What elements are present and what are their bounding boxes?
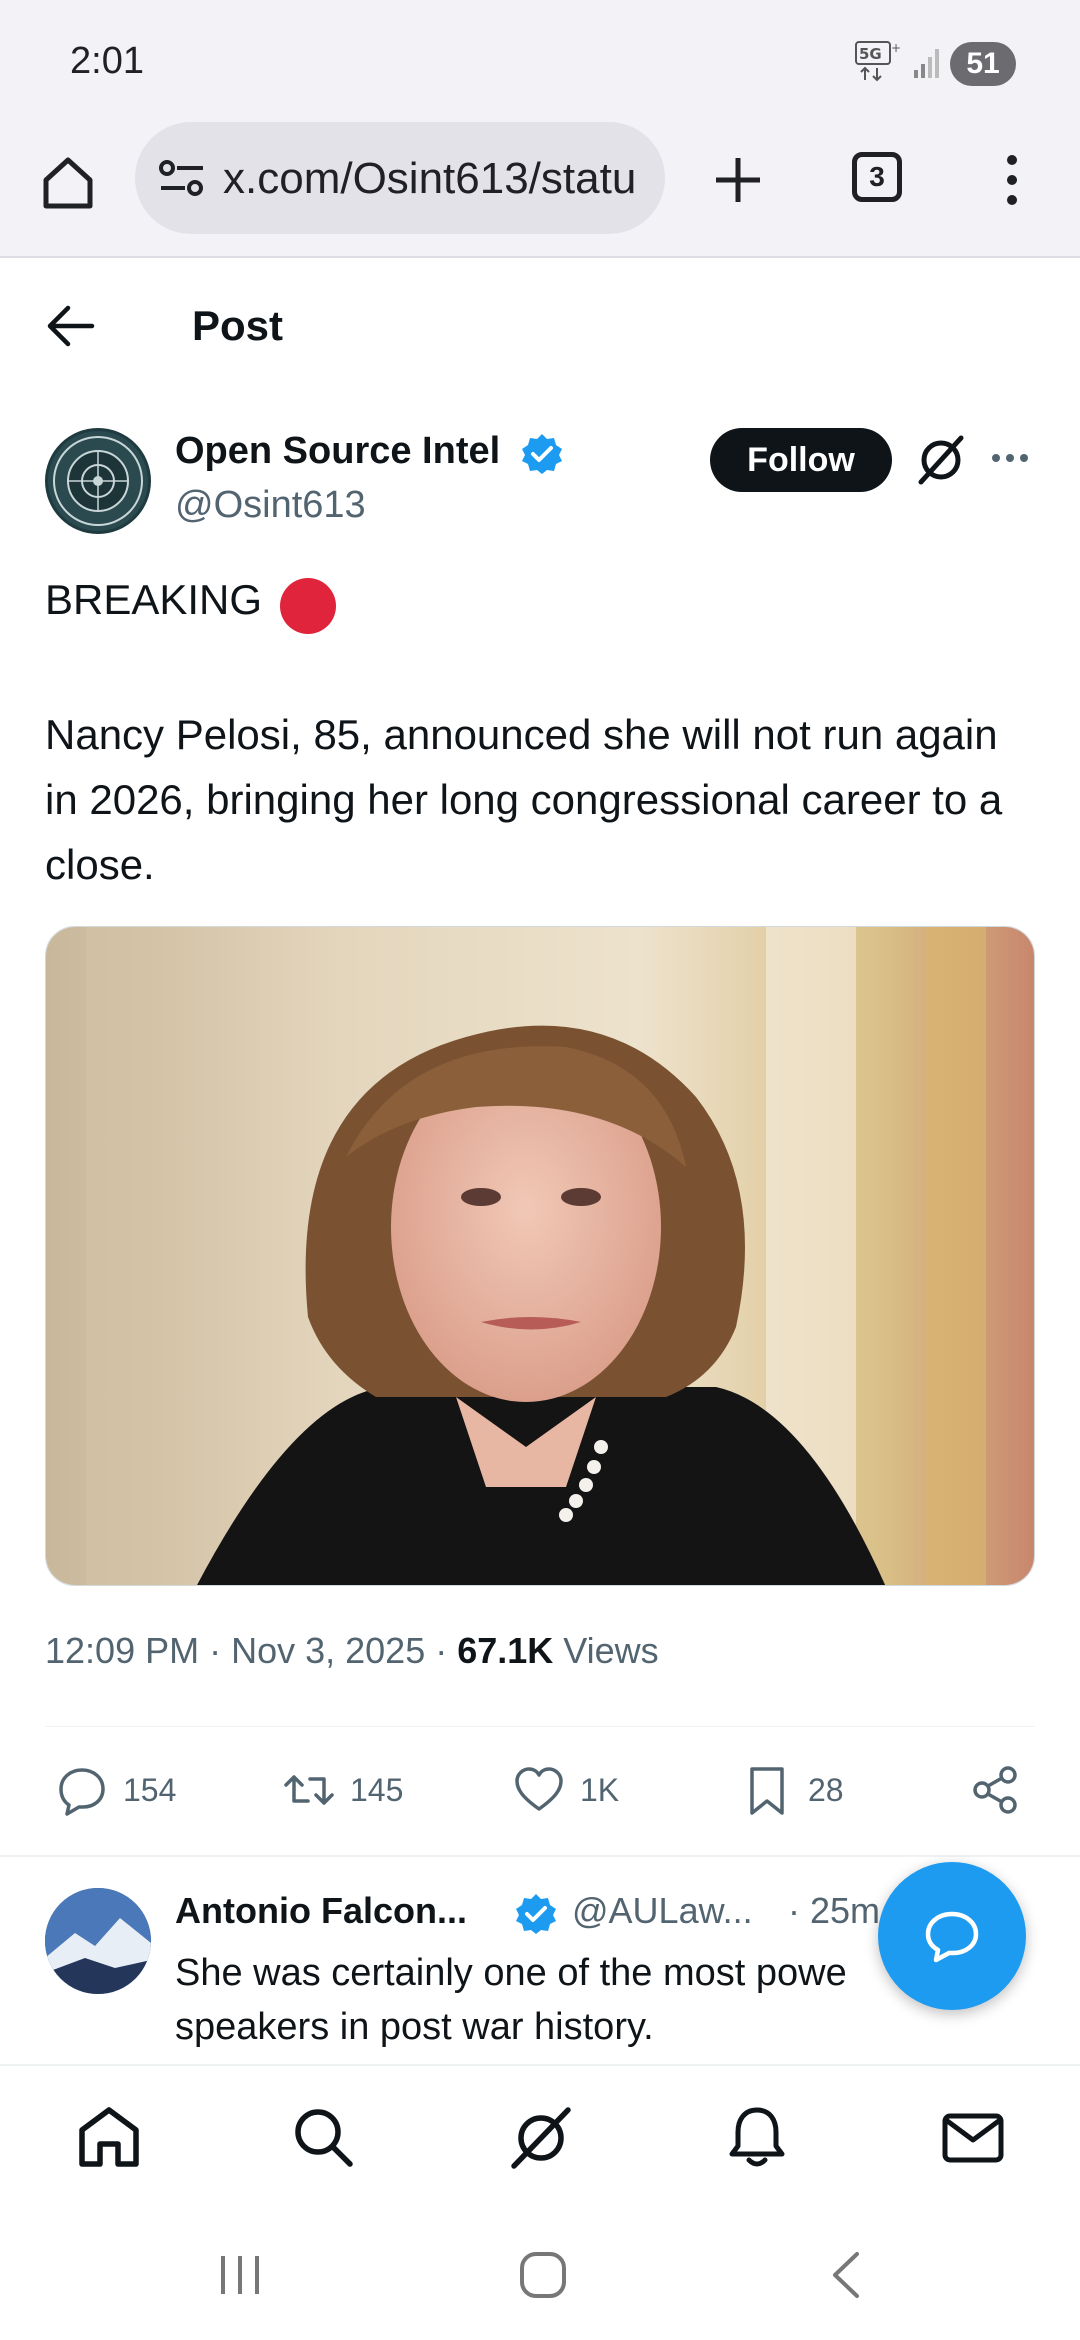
post-text: Nancy Pelosi, 85, announced she will not… — [45, 711, 1003, 888]
reply-author-name[interactable]: Antonio Falcon... — [175, 1890, 467, 1932]
divider — [0, 1855, 1080, 1857]
search-icon[interactable] — [290, 2104, 356, 2170]
portrait-illustration — [46, 927, 1034, 1585]
url-text[interactable]: x.com/Osint613/statu — [223, 154, 653, 204]
grok-icon[interactable] — [508, 2104, 574, 2170]
site-settings-icon[interactable] — [157, 156, 207, 200]
svg-text:5G: 5G — [859, 45, 882, 63]
bookmark-icon — [750, 1767, 784, 1815]
verified-badge-icon — [522, 434, 562, 474]
signal-icon — [914, 49, 939, 78]
repost-count: 145 — [350, 1771, 404, 1808]
heart-icon — [515, 1767, 563, 1811]
reply-count: 154 — [123, 1771, 177, 1808]
more-options-icon[interactable] — [990, 448, 1030, 468]
address-bar[interactable]: x.com/Osint613/statu — [135, 122, 665, 234]
new-tab-icon[interactable] — [708, 150, 768, 210]
reply-time: · 25m — [788, 1890, 881, 1931]
bottom-navigation — [0, 2064, 1080, 2210]
status-time: 2:01 — [70, 40, 144, 82]
notifications-icon[interactable] — [724, 2104, 790, 2170]
grok-icon[interactable] — [915, 432, 967, 488]
avatar-emblem — [48, 431, 148, 531]
views-label: Views — [553, 1630, 659, 1671]
post-image[interactable] — [45, 926, 1035, 1586]
messages-icon[interactable] — [940, 2104, 1006, 2170]
verified-badge-icon — [516, 1894, 556, 1934]
repost-icon — [284, 1775, 334, 1805]
network-5g-icon: 5G + — [855, 41, 901, 82]
recent-apps-icon[interactable] — [215, 2250, 265, 2300]
tab-switcher-button[interactable]: 3 — [852, 152, 902, 202]
views-count: 67.1K — [457, 1630, 554, 1671]
divider — [45, 1726, 1035, 1727]
system-navigation-bar — [0, 2210, 1080, 2340]
post-time[interactable]: 12:09 PM · Nov 3, 2025 · — [45, 1630, 457, 1671]
svg-text:+: + — [891, 41, 901, 55]
mountain-photo — [45, 1888, 151, 1994]
like-button[interactable]: 1K — [512, 1762, 619, 1818]
reply-icon — [59, 1768, 105, 1816]
breaking-label: BREAKING — [45, 576, 263, 623]
author-avatar[interactable] — [45, 428, 151, 534]
page-title: Post — [192, 302, 284, 349]
back-system-icon[interactable] — [825, 2250, 865, 2300]
bookmark-button[interactable]: 28 — [740, 1762, 844, 1818]
compose-reply-button[interactable] — [878, 1862, 1026, 2010]
browser-toolbar: x.com/Osint613/statu 3 — [0, 120, 1080, 258]
back-arrow-icon[interactable] — [44, 304, 96, 348]
author-name[interactable]: Open Source Intel — [175, 430, 500, 473]
repost-button[interactable]: 145 — [282, 1762, 403, 1818]
home-icon[interactable] — [76, 2104, 142, 2170]
chat-bubble-icon — [925, 1911, 979, 1963]
browser-home-icon[interactable] — [38, 152, 98, 212]
reply-avatar[interactable] — [45, 1888, 151, 1994]
author-handle[interactable]: @Osint613 — [175, 484, 366, 527]
browser-menu-icon[interactable] — [990, 150, 1034, 210]
home-system-icon[interactable] — [518, 2250, 568, 2300]
share-icon — [973, 1766, 1017, 1814]
like-count: 1K — [580, 1771, 620, 1808]
reply-author-handle[interactable]: @AULaw... — [572, 1890, 753, 1932]
follow-button[interactable]: Follow — [710, 428, 892, 492]
post-header: Post — [0, 260, 1080, 390]
post-timestamp: 12:09 PM · Nov 3, 2025 · 67.1K Views — [45, 1630, 659, 1672]
status-bar: 2:01 5G + 51 — [0, 0, 1080, 120]
red-circle-emoji — [280, 578, 336, 634]
reply-text: She was certainly one of the most powe s… — [175, 1952, 847, 2048]
reply-button[interactable]: 154 — [55, 1762, 176, 1818]
battery-indicator: 51 — [950, 42, 1016, 86]
bookmark-count: 28 — [808, 1771, 844, 1808]
share-button[interactable] — [968, 1762, 1022, 1818]
